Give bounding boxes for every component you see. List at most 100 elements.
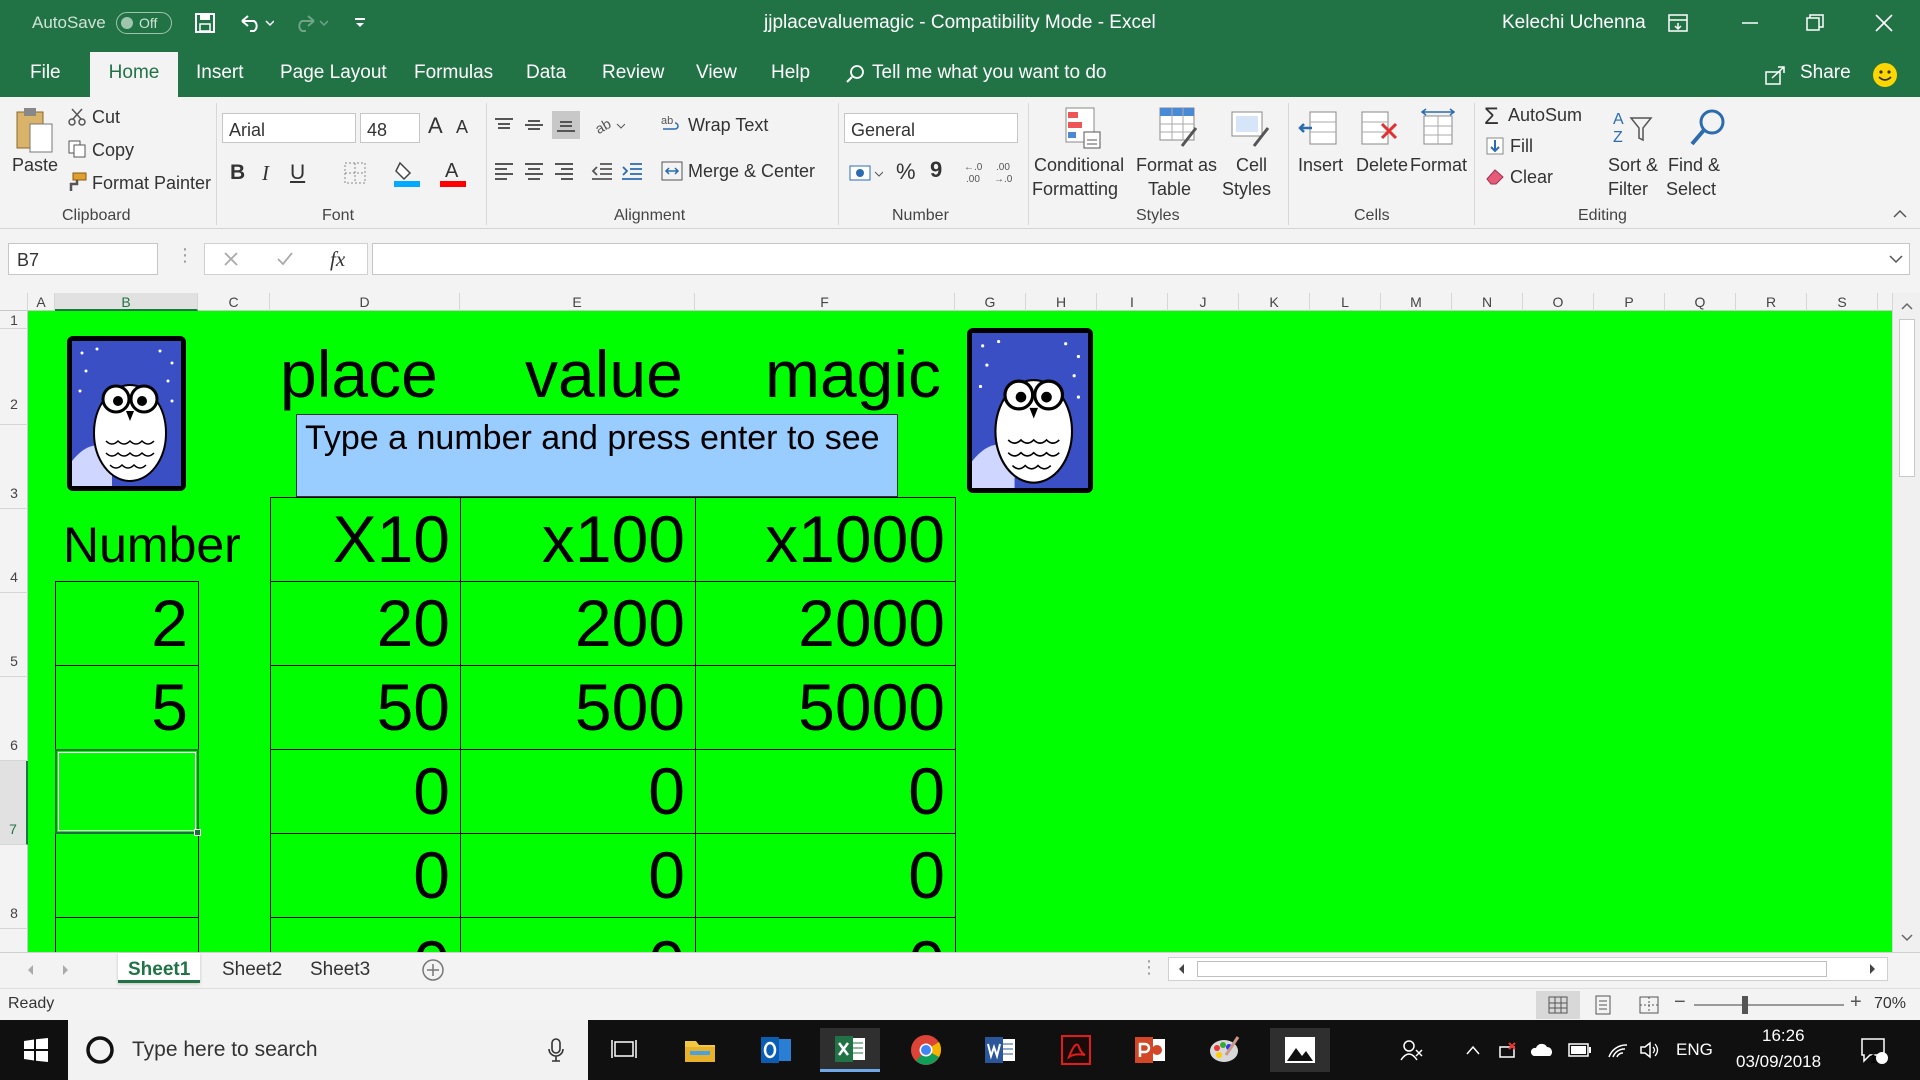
format-as-table-icon[interactable] <box>1156 105 1200 151</box>
table-row-x1000[interactable]: 0 <box>695 749 956 834</box>
row-header-5[interactable]: 5 <box>0 593 28 677</box>
onedrive-icon[interactable] <box>1530 1028 1554 1072</box>
share-icon[interactable] <box>1762 62 1790 88</box>
owl-image-left[interactable] <box>67 336 186 491</box>
column-header-e[interactable]: E <box>460 293 695 311</box>
redo-icon[interactable] <box>290 11 330 35</box>
header-x100[interactable]: x100 <box>460 497 696 582</box>
customize-toolbar-icon[interactable] <box>350 11 370 35</box>
fill-down-icon[interactable] <box>1484 135 1506 157</box>
format-as-table-button[interactable]: Format as <box>1136 155 1217 176</box>
clock-time[interactable]: 16:26 <box>1762 1026 1805 1046</box>
column-header-g[interactable]: G <box>955 293 1026 311</box>
sort-filter-button[interactable]: Sort & <box>1608 155 1658 176</box>
paste-button[interactable]: Paste <box>12 155 58 176</box>
align-right-icon[interactable] <box>552 159 576 183</box>
horizontal-scrollbar[interactable] <box>1168 957 1888 981</box>
column-header-o[interactable]: O <box>1523 293 1594 311</box>
decrease-decimal-icon[interactable]: .00 →.0 <box>992 157 1020 187</box>
taskbar-search-box[interactable]: Type here to search <box>68 1020 588 1080</box>
tab-home[interactable]: Home <box>90 52 178 97</box>
tab-page-layout[interactable]: Page Layout <box>280 62 387 97</box>
owl-image-right[interactable] <box>967 328 1093 493</box>
task-view-icon[interactable] <box>594 1028 654 1072</box>
table-row-number[interactable] <box>55 917 199 952</box>
conditional-formatting-button[interactable]: Conditional <box>1034 155 1124 176</box>
format-painter-button[interactable]: Format Painter <box>92 173 211 194</box>
row-header-2[interactable]: 2 <box>0 329 28 425</box>
normal-view-icon[interactable] <box>1536 991 1580 1019</box>
cell-styles-label2[interactable]: Styles <box>1222 179 1271 200</box>
horizontal-scroll-thumb[interactable] <box>1197 961 1827 977</box>
align-left-icon[interactable] <box>492 159 516 183</box>
find-select-label2[interactable]: Select <box>1666 179 1716 200</box>
add-sheet-icon[interactable] <box>420 957 446 983</box>
table-row-x1000[interactable]: 0 <box>695 917 956 952</box>
show-hidden-icons[interactable] <box>1462 1028 1484 1072</box>
column-header-k[interactable]: K <box>1239 293 1310 311</box>
smiley-feedback-icon[interactable] <box>1870 60 1900 90</box>
sheet-tab-sheet1[interactable]: Sheet1 <box>118 953 201 983</box>
table-row-x100[interactable]: 200 <box>460 581 696 666</box>
tab-insert[interactable]: Insert <box>196 62 244 97</box>
align-middle-icon[interactable] <box>522 113 546 137</box>
row-header-1[interactable]: 1 <box>0 311 28 329</box>
tab-formulas[interactable]: Formulas <box>414 62 493 97</box>
align-top-icon[interactable] <box>492 113 516 137</box>
accounting-format-icon[interactable] <box>846 159 886 187</box>
vertical-scrollbar[interactable] <box>1892 293 1920 952</box>
worksheet-grid[interactable]: place value magic X10 x100 x1000 Number … <box>28 311 1892 952</box>
selected-cell-b7[interactable] <box>55 749 199 834</box>
cancel-entry-icon[interactable] <box>218 247 244 271</box>
tab-data[interactable]: Data <box>526 62 566 97</box>
close-icon[interactable] <box>1864 10 1904 36</box>
column-header-b[interactable]: B <box>55 293 198 311</box>
table-row-x10[interactable]: 0 <box>270 833 461 918</box>
expand-formula-bar-icon[interactable] <box>1886 249 1906 269</box>
wifi-icon[interactable] <box>1606 1028 1630 1072</box>
eraser-icon[interactable] <box>1484 165 1506 187</box>
insert-function-button[interactable]: fx <box>330 247 345 272</box>
italic-button[interactable]: I <box>262 161 269 186</box>
column-header-s[interactable]: S <box>1807 293 1878 311</box>
format-cells-button[interactable]: Format <box>1410 155 1467 176</box>
wrap-text-button[interactable]: Wrap Text <box>688 115 768 136</box>
table-row-x100[interactable]: 0 <box>460 833 696 918</box>
tab-review[interactable]: Review <box>602 62 664 97</box>
number-format-dropdown[interactable]: General <box>844 113 1018 143</box>
chrome-icon[interactable] <box>896 1028 956 1072</box>
table-row-x10[interactable]: 0 <box>270 749 461 834</box>
decrease-indent-icon[interactable] <box>590 159 614 183</box>
column-header-n[interactable]: N <box>1452 293 1523 311</box>
excel-taskbar-icon[interactable] <box>820 1028 880 1072</box>
zoom-in-icon[interactable]: + <box>1850 991 1862 1014</box>
powerpoint-icon[interactable] <box>1120 1028 1180 1072</box>
copy-icon[interactable] <box>66 139 88 159</box>
column-header-i[interactable]: I <box>1097 293 1168 311</box>
scroll-left-icon[interactable] <box>1173 961 1189 977</box>
format-painter-icon[interactable] <box>66 171 88 193</box>
table-row-x100[interactable]: 0 <box>460 917 696 952</box>
underline-button[interactable]: U <box>290 161 305 185</box>
table-row-x10[interactable]: 50 <box>270 665 461 750</box>
wrap-text-icon[interactable]: ab <box>660 113 682 135</box>
increase-indent-icon[interactable] <box>620 159 644 183</box>
clock-date[interactable]: 03/09/2018 <box>1736 1052 1821 1072</box>
merge-center-icon[interactable] <box>660 159 684 183</box>
autosave-toggle[interactable]: Off <box>116 12 172 34</box>
table-row-x1000[interactable]: 2000 <box>695 581 956 666</box>
volume-icon[interactable] <box>1638 1028 1662 1072</box>
borders-icon[interactable] <box>338 159 372 187</box>
row-header-7[interactable]: 7 <box>0 761 28 845</box>
table-row-x1000[interactable]: 5000 <box>695 665 956 750</box>
next-sheet-icon[interactable] <box>58 961 74 979</box>
cell-styles-button[interactable]: Cell <box>1236 155 1267 176</box>
table-row-x10[interactable]: 20 <box>270 581 461 666</box>
zoom-slider-thumb[interactable] <box>1742 996 1748 1014</box>
name-box[interactable]: B7 <box>8 243 158 275</box>
photos-icon[interactable] <box>1270 1028 1330 1072</box>
autosum-icon[interactable]: Σ <box>1484 103 1499 131</box>
row-header-3[interactable]: 3 <box>0 425 28 509</box>
share-button[interactable]: Share <box>1800 62 1851 97</box>
lightbulb-search-icon[interactable] <box>843 62 867 86</box>
